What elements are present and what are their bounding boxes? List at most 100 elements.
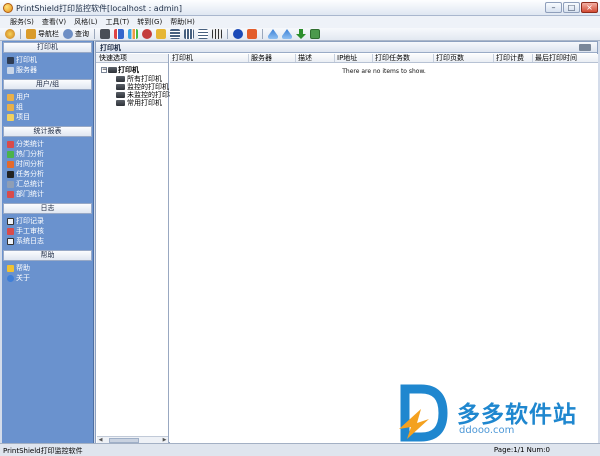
export-button[interactable] — [309, 29, 321, 40]
sidebar-item-label: 时间分析 — [16, 160, 44, 168]
sidebar-item-project[interactable]: 项目 — [7, 112, 93, 122]
group-tool-button[interactable] — [155, 29, 167, 40]
menu-view[interactable]: 查看(V) — [40, 16, 72, 28]
sidebar-item-label: 组 — [16, 103, 23, 111]
close-button[interactable]: × — [581, 2, 598, 13]
status-page-info: Page:1/1 Num:0 — [493, 446, 550, 454]
chart-tool-button[interactable] — [113, 29, 125, 40]
nav-bar-label: 导航栏 — [38, 30, 59, 38]
panel-header: 打印机 — [96, 42, 597, 53]
column-printer[interactable]: 打印机 — [170, 54, 249, 62]
exit-button[interactable] — [4, 29, 16, 40]
sidebar-item-label: 项目 — [16, 113, 30, 121]
document-icon — [310, 29, 320, 39]
printer-tool-button[interactable] — [99, 29, 111, 40]
sidebar-item-printer[interactable]: 打印机 — [7, 55, 93, 65]
panel-options-icon[interactable] — [579, 44, 591, 51]
column-print-pages[interactable]: 打印页数 — [434, 54, 494, 62]
sidebar-item-time-analysis[interactable]: 时间分析 — [7, 159, 93, 169]
sidebar-item-summary-stats[interactable]: 汇总统计 — [7, 179, 93, 189]
group-icon — [7, 103, 14, 111]
user-icon — [142, 29, 152, 39]
sidebar-item-user[interactable]: 用户 — [7, 92, 93, 102]
sidebar-list-reports: 分类统计 热门分析 时间分析 任务分析 汇总统计 部门统计 — [2, 137, 93, 202]
menu-service[interactable]: 服务(S) — [8, 16, 40, 28]
sidebar-item-group[interactable]: 组 — [7, 102, 93, 112]
sidebar-list-logs: 打印记录 手工审核 系统日志 — [2, 214, 93, 249]
sidebar-item-server[interactable]: 服务器 — [7, 65, 93, 75]
sidebar-item-task-analysis[interactable]: 任务分析 — [7, 169, 93, 179]
sidebar-item-label: 任务分析 — [16, 170, 44, 178]
sidebar-group-printer[interactable]: 打印机 — [3, 42, 92, 53]
toolbar-separator — [94, 29, 95, 39]
detail-view-icon — [184, 29, 194, 39]
small-icons-icon — [198, 29, 208, 39]
sidebar-group-reports[interactable]: 统计报表 — [3, 126, 92, 137]
sidebar-item-help[interactable]: 帮助 — [7, 263, 93, 273]
refresh-button[interactable] — [281, 29, 293, 40]
sidebar-item-label: 部门统计 — [16, 190, 44, 198]
sidebar-list-help: 帮助 关于 — [2, 261, 93, 286]
sidebar-list-printer: 打印机 服务器 — [2, 53, 93, 78]
maximize-button[interactable]: □ — [563, 2, 580, 13]
sidebar-group-logs[interactable]: 日志 — [3, 203, 92, 214]
window-title: PrintShield打印监控软件[localhost : admin] — [16, 4, 182, 13]
info-button[interactable] — [232, 29, 244, 40]
printer-icon — [100, 29, 110, 39]
sidebar-item-label: 系统日志 — [16, 237, 44, 245]
settings-icon — [247, 29, 257, 39]
watermark-brand: 多多软件站 — [457, 402, 577, 428]
sidebar: 打印机 打印机 服务器 用户/组 用户 组 项目 统计报表 分类统计 热门分析 … — [2, 41, 94, 443]
sidebar-item-label: 分类统计 — [16, 140, 44, 148]
column-last-print-time[interactable]: 最后打印时间 — [533, 54, 598, 62]
stack-icon — [282, 29, 292, 39]
list-view-icon — [170, 29, 180, 39]
sidebar-item-manual-audit[interactable]: 手工审核 — [7, 226, 93, 236]
column-description[interactable]: 描述 — [296, 54, 335, 62]
collapse-icon[interactable]: − — [101, 67, 107, 73]
sidebar-item-about[interactable]: 关于 — [7, 273, 93, 283]
column-print-jobs[interactable]: 打印任务数 — [373, 54, 434, 62]
query-button[interactable]: 查询 — [62, 29, 90, 40]
sidebar-item-hot-analysis[interactable]: 热门分析 — [7, 149, 93, 159]
tree-node-label: 常用打印机 — [127, 99, 162, 107]
menu-style[interactable]: 风格(L) — [72, 16, 103, 28]
sidebar-item-category-stats[interactable]: 分类统计 — [7, 139, 93, 149]
list-view-button[interactable] — [169, 29, 181, 40]
sidebar-item-label: 关于 — [16, 274, 30, 282]
upload-button[interactable] — [267, 29, 279, 40]
arrow-down-icon — [296, 29, 306, 39]
empty-message: There are no items to show. — [342, 68, 426, 75]
bar-chart-button[interactable] — [127, 29, 139, 40]
nav-bar-button[interactable]: 导航栏 — [25, 29, 60, 40]
task-analysis-icon — [7, 170, 14, 178]
quick-options-tree: 快速选项 − 打印机 所有打印机 监控的打印机 未监控的打印机 常用打印机 ◀ … — [96, 54, 176, 444]
tree-horizontal-scrollbar[interactable]: ◀ ▶ — [97, 436, 168, 443]
column-ip-address[interactable]: IP地址 — [335, 54, 373, 62]
grid-view-button[interactable] — [211, 29, 223, 40]
sidebar-item-label: 打印机 — [16, 56, 37, 64]
column-print-billing[interactable]: 打印计费 — [494, 54, 533, 62]
small-icons-button[interactable] — [197, 29, 209, 40]
category-stats-icon — [7, 140, 14, 148]
settings-button[interactable] — [246, 29, 258, 40]
sidebar-item-label: 手工审核 — [16, 227, 44, 235]
time-analysis-icon — [7, 160, 14, 168]
info-icon — [233, 29, 243, 39]
sidebar-item-dept-stats[interactable]: 部门统计 — [7, 189, 93, 199]
menu-tools[interactable]: 工具(T) — [104, 16, 136, 28]
download-button[interactable] — [295, 29, 307, 40]
sidebar-item-print-log[interactable]: 打印记录 — [7, 216, 93, 226]
detail-view-button[interactable] — [183, 29, 195, 40]
printer-icon — [116, 100, 125, 106]
toolbar-separator — [262, 29, 263, 39]
minimize-button[interactable]: – — [545, 2, 562, 13]
sidebar-item-system-log[interactable]: 系统日志 — [7, 236, 93, 246]
column-server[interactable]: 服务器 — [249, 54, 296, 62]
user-tool-button[interactable] — [141, 29, 153, 40]
tree-node-common[interactable]: 常用打印机 — [116, 98, 162, 108]
menu-help[interactable]: 帮助(H) — [168, 16, 201, 28]
sidebar-group-users[interactable]: 用户/组 — [3, 79, 92, 90]
menu-goto[interactable]: 转到(G) — [135, 16, 168, 28]
sidebar-group-help[interactable]: 帮助 — [3, 250, 92, 261]
